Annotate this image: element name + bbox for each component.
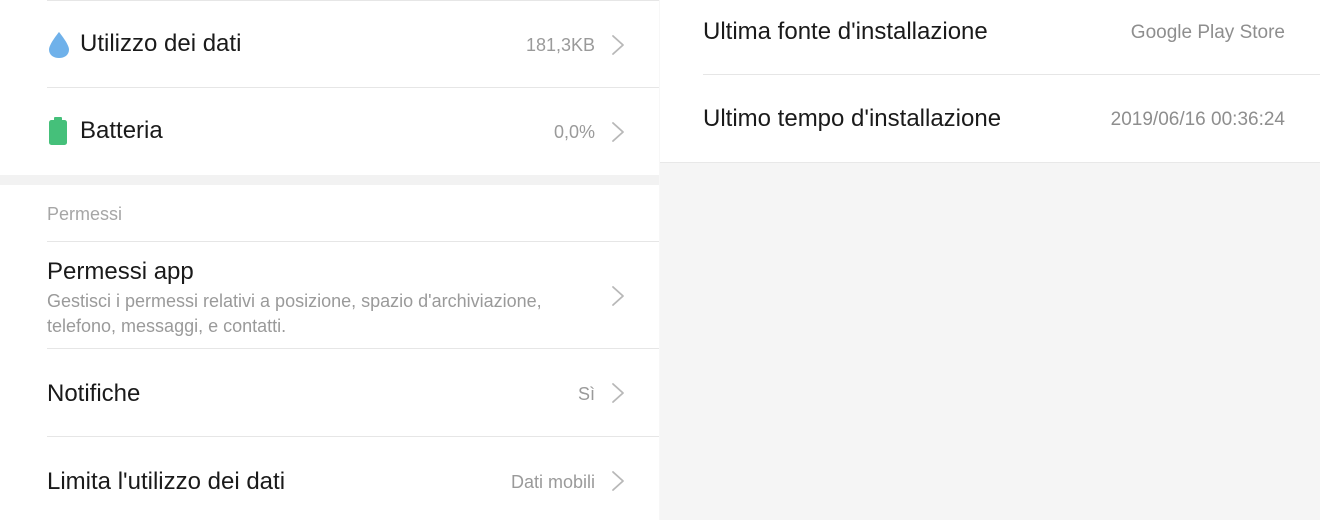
battery-icon: [49, 117, 67, 145]
install-time-value: 2019/06/16 00:36:24: [1110, 109, 1285, 130]
install-info-card: Ultima fonte d'installazione Google Play…: [660, 0, 1320, 163]
install-source-value: Google Play Store: [1130, 22, 1285, 43]
chevron-right-icon: [612, 35, 624, 55]
data-limit-value: Dati mobili: [510, 472, 595, 492]
chevron-right-icon: [612, 122, 624, 142]
chevron-right-icon: [612, 286, 624, 306]
battery-value: 0,0%: [553, 122, 595, 142]
install-source-label: Ultima fonte d'installazione: [703, 18, 988, 45]
notifications-label: Notifiche: [47, 380, 141, 407]
data-usage-label: Utilizzo dei dati: [80, 30, 242, 57]
battery-label: Batteria: [80, 117, 163, 144]
permissions-section-header: Permessi: [47, 204, 123, 224]
chevron-right-icon: [612, 471, 624, 491]
card-bottom-border: [660, 162, 1320, 163]
data-usage-row[interactable]: Utilizzo dei dati 181,3KB: [0, 1, 659, 88]
install-source-row: Ultima fonte d'installazione Google Play…: [660, 0, 1320, 75]
notifications-value: Sì: [577, 384, 595, 404]
install-info-right-pane: Ultima fonte d'installazione Google Play…: [660, 0, 1320, 520]
install-time-label: Ultimo tempo d'installazione: [703, 105, 1002, 132]
app-info-left-pane: Utilizzo dei dati 181,3KB Batteria 0,0% …: [0, 0, 659, 520]
section-separator: [0, 175, 659, 185]
notifications-row[interactable]: Notifiche Sì: [0, 349, 659, 437]
data-limit-label: Limita l'utilizzo dei dati: [47, 468, 286, 495]
app-permissions-description: Gestisci i permessi relativi a posizione…: [47, 291, 542, 336]
chevron-right-icon: [612, 383, 624, 403]
water-drop-icon: [49, 32, 69, 58]
data-limit-row[interactable]: Limita l'utilizzo dei dati Dati mobili: [0, 437, 659, 520]
battery-row[interactable]: Batteria 0,0%: [0, 88, 659, 175]
install-time-row: Ultimo tempo d'installazione 2019/06/16 …: [660, 75, 1320, 163]
app-permissions-label: Permessi app: [47, 258, 194, 285]
app-permissions-row[interactable]: Permessi app Gestisci i permessi relativ…: [0, 242, 659, 349]
data-usage-value: 181,3KB: [525, 35, 595, 55]
